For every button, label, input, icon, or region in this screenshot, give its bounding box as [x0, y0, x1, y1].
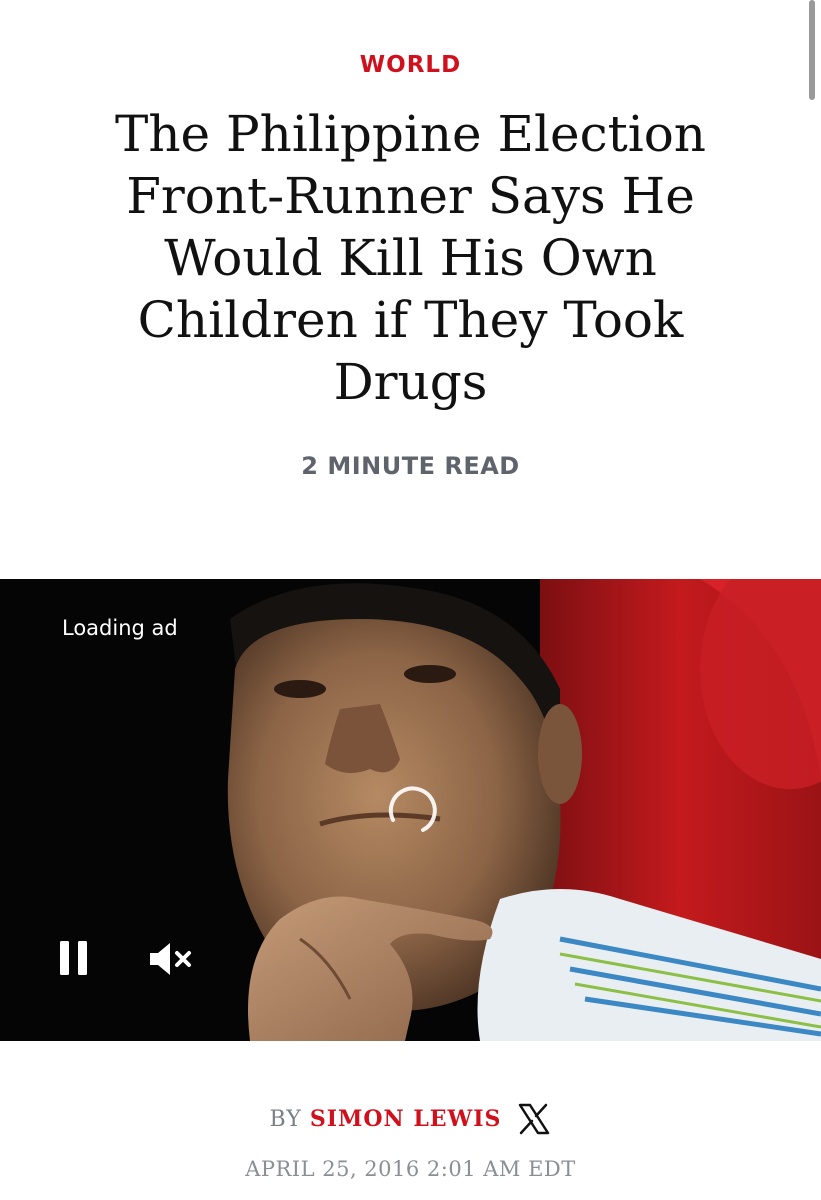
byline-prefix: BY: [269, 1106, 302, 1132]
pause-icon: [60, 941, 87, 975]
author-link[interactable]: SIMON LEWIS: [310, 1106, 502, 1132]
ad-loading-text: Loading ad: [62, 616, 178, 640]
loading-spinner-icon: [388, 786, 437, 832]
video-player[interactable]: Loading ad: [0, 579, 821, 1041]
mute-toggle-button[interactable]: [148, 941, 194, 977]
byline: BY SIMON LEWIS: [0, 1102, 821, 1136]
muted-speaker-icon: [150, 943, 191, 975]
x-logo-icon[interactable]: [517, 1102, 551, 1136]
page-scrollbar[interactable]: [809, 0, 815, 100]
article-headline: The Philippine Election Front-Runner Say…: [114, 105, 706, 411]
pause-button[interactable]: [58, 939, 90, 977]
read-time: 2 MINUTE READ: [301, 452, 520, 480]
publish-date: APRIL 25, 2016 2:01 AM EDT: [245, 1157, 576, 1181]
section-label[interactable]: WORLD: [0, 52, 821, 78]
